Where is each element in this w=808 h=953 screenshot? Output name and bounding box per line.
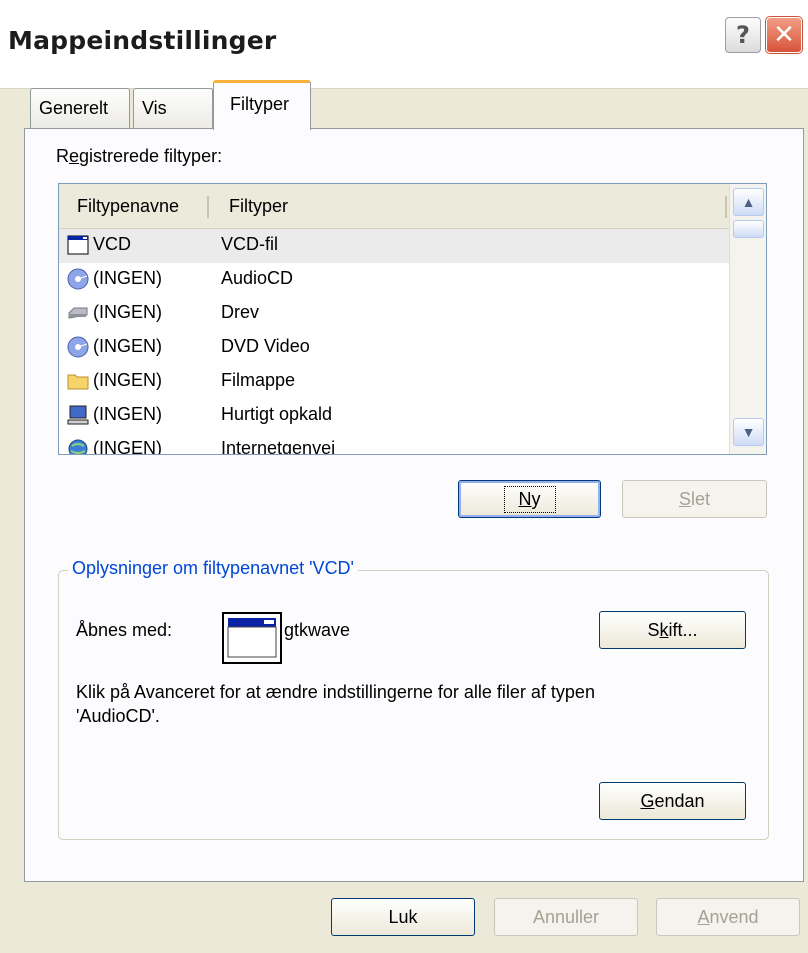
delete-button[interactable]: Slet xyxy=(622,480,767,518)
file-type: Internetgenvej xyxy=(221,438,336,455)
file-type: DVD Video xyxy=(221,336,310,356)
column-divider[interactable] xyxy=(207,196,209,218)
scroll-up-button[interactable]: ▲ xyxy=(733,188,764,216)
tab-vis[interactable]: Vis xyxy=(133,88,213,128)
change-button-label: Skift... xyxy=(647,619,698,640)
file-type: Filmappe xyxy=(221,370,296,390)
tab-label: Vis xyxy=(142,98,167,118)
list-item[interactable]: VCD VCD-fil xyxy=(59,229,729,263)
change-button[interactable]: Skift... xyxy=(599,611,746,649)
file-extension: (INGEN) xyxy=(93,438,162,455)
list-scrollbar[interactable]: ▲ ▼ xyxy=(729,184,766,454)
opens-with-label: Åbnes med: xyxy=(76,620,173,640)
tab-generelt[interactable]: Generelt xyxy=(30,88,130,128)
registered-types-label: Registrerede filtyper: xyxy=(56,146,223,166)
computer-icon xyxy=(67,405,89,425)
chevron-down-icon: ▼ xyxy=(741,424,756,440)
list-item[interactable]: (INGEN) AudioCD xyxy=(59,263,729,297)
drive-icon xyxy=(68,307,88,319)
column-divider[interactable] xyxy=(725,196,727,218)
file-extension: VCD xyxy=(93,234,132,254)
file-type: VCD-fil xyxy=(221,234,278,254)
title-bar[interactable]: Mappeindstillinger ? ✕ xyxy=(0,0,808,89)
list-header: Filtypenavne Filtyper xyxy=(59,184,729,229)
cd-icon xyxy=(67,336,89,358)
program-icon xyxy=(222,612,282,664)
close-button[interactable]: Luk xyxy=(331,898,475,936)
tab-label: Filtyper xyxy=(230,94,290,114)
cd-icon xyxy=(67,268,89,290)
info-text-line2: 'AudioCD'. xyxy=(76,706,160,726)
program-name: gtkwave xyxy=(284,620,351,640)
scroll-thumb[interactable] xyxy=(733,220,764,238)
delete-button-label: Slet xyxy=(678,488,711,509)
file-extension: (INGEN) xyxy=(93,302,162,322)
list-item[interactable]: (INGEN) Filmappe xyxy=(59,365,729,399)
cancel-button-label: Annuller xyxy=(532,906,600,927)
restore-button[interactable]: Gendan xyxy=(599,782,746,820)
list-item[interactable]: (INGEN) Drev xyxy=(59,297,729,331)
file-extension: (INGEN) xyxy=(93,404,162,424)
restore-button-label: Gendan xyxy=(640,790,705,811)
window-icon xyxy=(67,235,89,255)
file-extension: (INGEN) xyxy=(93,336,162,356)
column-header-extensions[interactable]: Filtypenavne xyxy=(77,196,179,217)
apply-button[interactable]: Anvend xyxy=(656,898,800,936)
close-window-button[interactable]: ✕ xyxy=(765,16,803,54)
tab-filtyper[interactable]: Filtyper xyxy=(213,80,311,130)
globe-icon xyxy=(68,439,88,454)
file-type: AudioCD xyxy=(221,268,294,288)
details-group-title: Oplysninger om filtypenavnet 'VCD' xyxy=(68,558,358,579)
file-extension: (INGEN) xyxy=(93,268,162,288)
info-text-line1: Klik på Avanceret for at ændre indstilli… xyxy=(76,682,595,702)
list-item[interactable]: (INGEN) Hurtigt opkald xyxy=(59,399,729,433)
close-icon: ✕ xyxy=(773,20,795,50)
window-title: Mappeindstillinger xyxy=(8,26,277,55)
folder-icon xyxy=(67,374,89,390)
list-item[interactable]: (INGEN) DVD Video xyxy=(59,331,729,365)
file-type: Drev xyxy=(221,302,260,322)
new-button[interactable]: Ny xyxy=(458,480,601,518)
chevron-up-icon: ▲ xyxy=(741,194,756,210)
cancel-button[interactable]: Annuller xyxy=(494,898,638,936)
apply-button-label: Anvend xyxy=(697,906,759,927)
file-types-list[interactable]: Filtypenavne Filtyper VCD VCD-fil (INGEN… xyxy=(58,183,767,455)
close-button-label: Luk xyxy=(388,906,418,927)
scroll-down-button[interactable]: ▼ xyxy=(733,418,764,446)
file-extension: (INGEN) xyxy=(93,370,162,390)
new-button-label: Ny xyxy=(503,485,556,513)
tab-label: Generelt xyxy=(39,98,109,118)
help-icon: ? xyxy=(736,21,750,49)
folder-options-dialog: Mappeindstillinger ? ✕ Generelt Vis Filt… xyxy=(0,0,808,953)
column-header-types[interactable]: Filtyper xyxy=(229,196,288,217)
list-item[interactable]: (INGEN) Internetgenvej xyxy=(59,433,729,455)
help-button[interactable]: ? xyxy=(725,17,761,53)
file-type: Hurtigt opkald xyxy=(221,404,333,424)
